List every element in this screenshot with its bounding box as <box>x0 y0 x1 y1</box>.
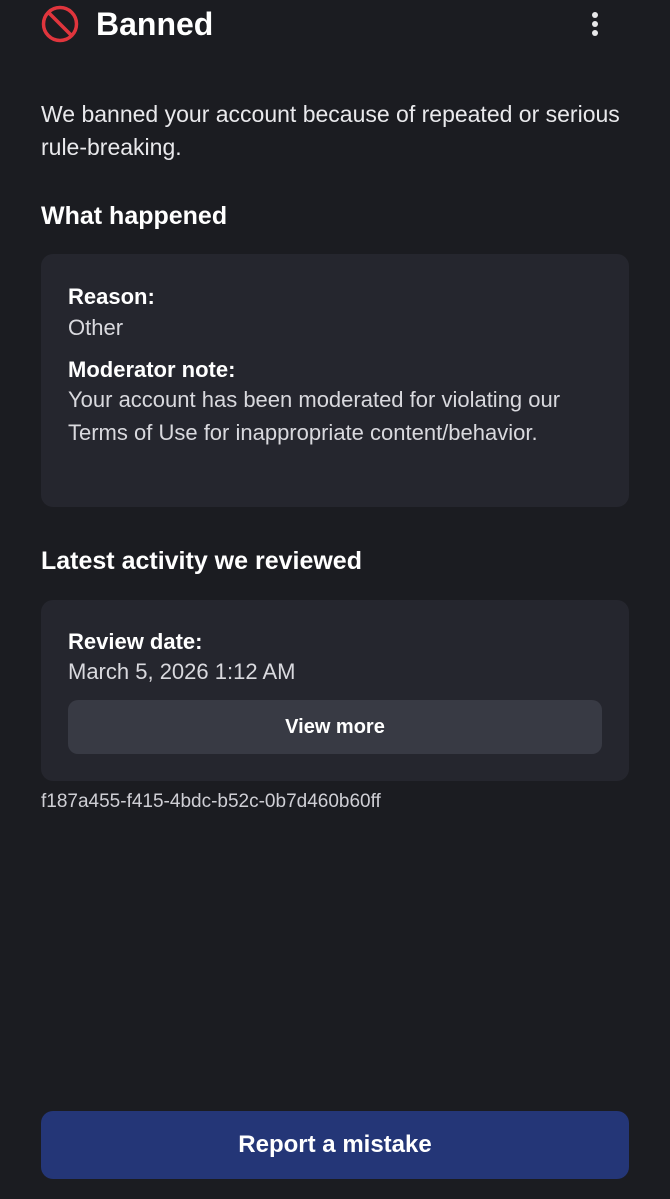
ban-notice-screen: Banned We banned your account because of… <box>0 0 670 1199</box>
view-more-button[interactable]: View more <box>68 700 602 754</box>
header: Banned <box>0 0 670 50</box>
intro-text: We banned your account because of repeat… <box>41 101 620 160</box>
reference-id: f187a455-f415-4bdc-b52c-0b7d460b60ff <box>41 791 381 812</box>
reason-label: Reason: <box>68 284 155 309</box>
what-happened-card: Reason: Other Moderator note: Your accou… <box>41 254 629 507</box>
more-options-button[interactable] <box>580 6 610 42</box>
review-date-label: Review date: <box>68 629 203 654</box>
report-mistake-button[interactable]: Report a mistake <box>41 1111 629 1179</box>
ban-icon <box>41 5 79 43</box>
moderator-note-label: Moderator note: <box>68 357 236 382</box>
reason-value: Other <box>68 315 124 340</box>
page-title: Banned <box>96 6 214 42</box>
latest-activity-card: Review date: March 5, 2026 1:12 AM View … <box>41 600 629 781</box>
moderator-note-value: Your account has been moderated for viol… <box>68 387 561 445</box>
latest-activity-heading: Latest activity we reviewed <box>41 547 362 575</box>
what-happened-heading: What happened <box>41 202 228 230</box>
review-date-value: March 5, 2026 1:12 AM <box>68 659 296 684</box>
